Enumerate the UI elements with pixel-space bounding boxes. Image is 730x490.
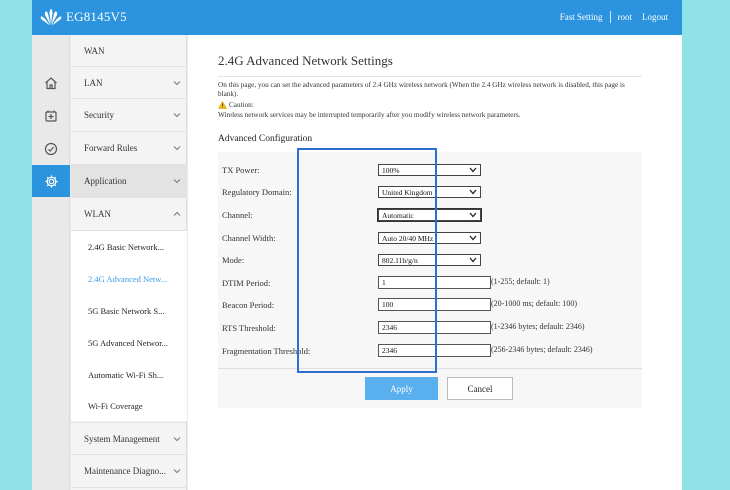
- frag-label: Fragmentation Threshold:: [222, 346, 311, 356]
- user-link[interactable]: root: [618, 12, 633, 22]
- menu-item-wan[interactable]: WAN: [71, 35, 187, 67]
- home-nav-button[interactable]: [32, 67, 70, 99]
- channel-width-value: Auto 20/40 MHz: [382, 233, 434, 243]
- caution-heading: Caution:: [218, 101, 254, 109]
- submenu-5g-basic[interactable]: 5G Basic Network S...: [71, 295, 187, 327]
- regulatory-domain-label: Regulatory Domain:: [222, 187, 292, 197]
- tx-power-value: 100%: [382, 165, 400, 175]
- home-icon: [45, 77, 57, 90]
- regulatory-domain-select[interactable]: United Kingdom: [378, 186, 481, 198]
- mode-value: 802.11b/g/n: [382, 255, 418, 265]
- submenu-auto-wifi-share[interactable]: Automatic Wi-Fi Sh...: [71, 359, 187, 391]
- chevron-down-icon: [173, 80, 181, 85]
- plus-box-icon: [45, 110, 57, 122]
- top-bar: EG8145V5 Fast Setting root Logout: [32, 0, 682, 35]
- channel-value: Automatic: [382, 210, 414, 220]
- tx-power-label: TX Power:: [222, 165, 260, 175]
- dtim-input[interactable]: [378, 276, 491, 289]
- channel-select[interactable]: Automatic: [377, 208, 482, 222]
- chevron-down-icon: [469, 235, 477, 241]
- dtim-hint: (1-255; default: 1): [491, 277, 550, 286]
- gear-icon: [44, 174, 58, 188]
- huawei-logo-icon: [40, 9, 62, 26]
- page-title: 2.4G Advanced Network Settings: [218, 53, 393, 68]
- rts-label: RTS Threshold:: [222, 323, 276, 333]
- chevron-down-icon: [173, 436, 181, 441]
- menu-item-lan[interactable]: LAN: [71, 67, 187, 99]
- chevron-down-icon: [469, 189, 477, 195]
- submenu-wifi-coverage[interactable]: Wi-Fi Coverage: [71, 391, 187, 421]
- menu-item-label: Application: [84, 176, 127, 186]
- advanced-config-panel: TX Power: 100% Regulatory Domain: United…: [218, 152, 642, 408]
- settings-menu: WAN LAN Security Forward Rules Applicati…: [71, 35, 187, 490]
- beacon-hint: (20-1000 ms; default: 100): [491, 299, 577, 308]
- gauge-icon: [44, 142, 58, 156]
- menu-item-label: Security: [84, 110, 114, 120]
- menu-item-forward-rules[interactable]: Forward Rules: [71, 132, 187, 165]
- submenu-24g-advanced[interactable]: 2.4G Advanced Netw...: [71, 263, 187, 295]
- menu-item-label: LAN: [84, 77, 103, 88]
- menu-item-label: WLAN: [84, 209, 111, 219]
- status-nav-button[interactable]: [32, 133, 70, 165]
- menu-item-application[interactable]: Application: [71, 165, 187, 198]
- channel-width-label: Channel Width:: [222, 233, 276, 243]
- link-divider: [609, 11, 611, 23]
- mode-label: Mode:: [222, 255, 245, 265]
- warning-icon: [218, 101, 227, 109]
- menu-item-label: Maintenance Diagno...: [84, 466, 166, 476]
- settings-nav-button[interactable]: [32, 165, 70, 197]
- top-links: Fast Setting root Logout: [560, 11, 668, 23]
- logout-link[interactable]: Logout: [642, 12, 668, 22]
- regulatory-domain-value: United Kingdom: [382, 187, 433, 197]
- chevron-down-icon: [469, 167, 477, 173]
- icon-sidebar: [32, 35, 70, 490]
- chevron-down-icon: [469, 212, 477, 218]
- menu-item-label: Forward Rules: [84, 143, 138, 153]
- caution-label: Caution:: [229, 101, 254, 109]
- frag-hint: (256-2346 bytes; default: 2346): [491, 345, 593, 354]
- main-content: 2.4G Advanced Network Settings On this p…: [188, 35, 682, 490]
- page-description: On this page, you can set the advanced p…: [218, 81, 625, 98]
- menu-item-label: System Management: [84, 433, 160, 444]
- rts-input[interactable]: [378, 321, 491, 334]
- chevron-down-icon: [173, 113, 181, 118]
- menu-item-label: WAN: [84, 45, 105, 56]
- rts-hint: (1-2346 bytes; default: 2346): [491, 322, 585, 331]
- chevron-down-icon: [173, 469, 181, 474]
- frag-input[interactable]: [378, 344, 491, 357]
- submenu-5g-advanced[interactable]: 5G Advanced Networ...: [71, 327, 187, 359]
- channel-label: Channel:: [222, 210, 253, 220]
- menu-item-wlan[interactable]: WLAN: [71, 198, 187, 231]
- channel-width-select[interactable]: Auto 20/40 MHz: [378, 232, 481, 244]
- chevron-down-icon: [173, 179, 181, 184]
- tx-power-select[interactable]: 100%: [378, 164, 481, 176]
- apply-button[interactable]: Apply: [365, 377, 438, 400]
- mode-select[interactable]: 802.11b/g/n: [378, 254, 481, 266]
- chevron-down-icon: [173, 146, 181, 151]
- wlan-submenu: 2.4G Basic Network... 2.4G Advanced Netw…: [71, 231, 187, 421]
- chevron-up-icon: [173, 211, 181, 216]
- beacon-input[interactable]: [378, 298, 491, 311]
- title-divider: [218, 76, 642, 77]
- menu-item-system-management[interactable]: System Management: [71, 422, 187, 455]
- caution-text: Wireless network services may be interru…: [218, 111, 521, 119]
- fast-setting-link[interactable]: Fast Setting: [560, 12, 603, 22]
- router-admin-window: EG8145V5 Fast Setting root Logout WAN LA…: [32, 0, 682, 490]
- menu-item-security[interactable]: Security: [71, 99, 187, 132]
- advanced-nav-button[interactable]: [32, 100, 70, 132]
- beacon-label: Beacon Period:: [222, 300, 275, 310]
- dtim-label: DTIM Period:: [222, 278, 271, 288]
- chevron-down-icon: [469, 257, 477, 263]
- device-model: EG8145V5: [66, 9, 127, 24]
- menu-item-maintenance[interactable]: Maintenance Diagno...: [71, 455, 187, 488]
- cancel-button[interactable]: Cancel: [447, 377, 513, 400]
- submenu-24g-basic[interactable]: 2.4G Basic Network...: [71, 231, 187, 263]
- form-divider: [218, 368, 642, 369]
- section-title: Advanced Configuration: [218, 134, 313, 144]
